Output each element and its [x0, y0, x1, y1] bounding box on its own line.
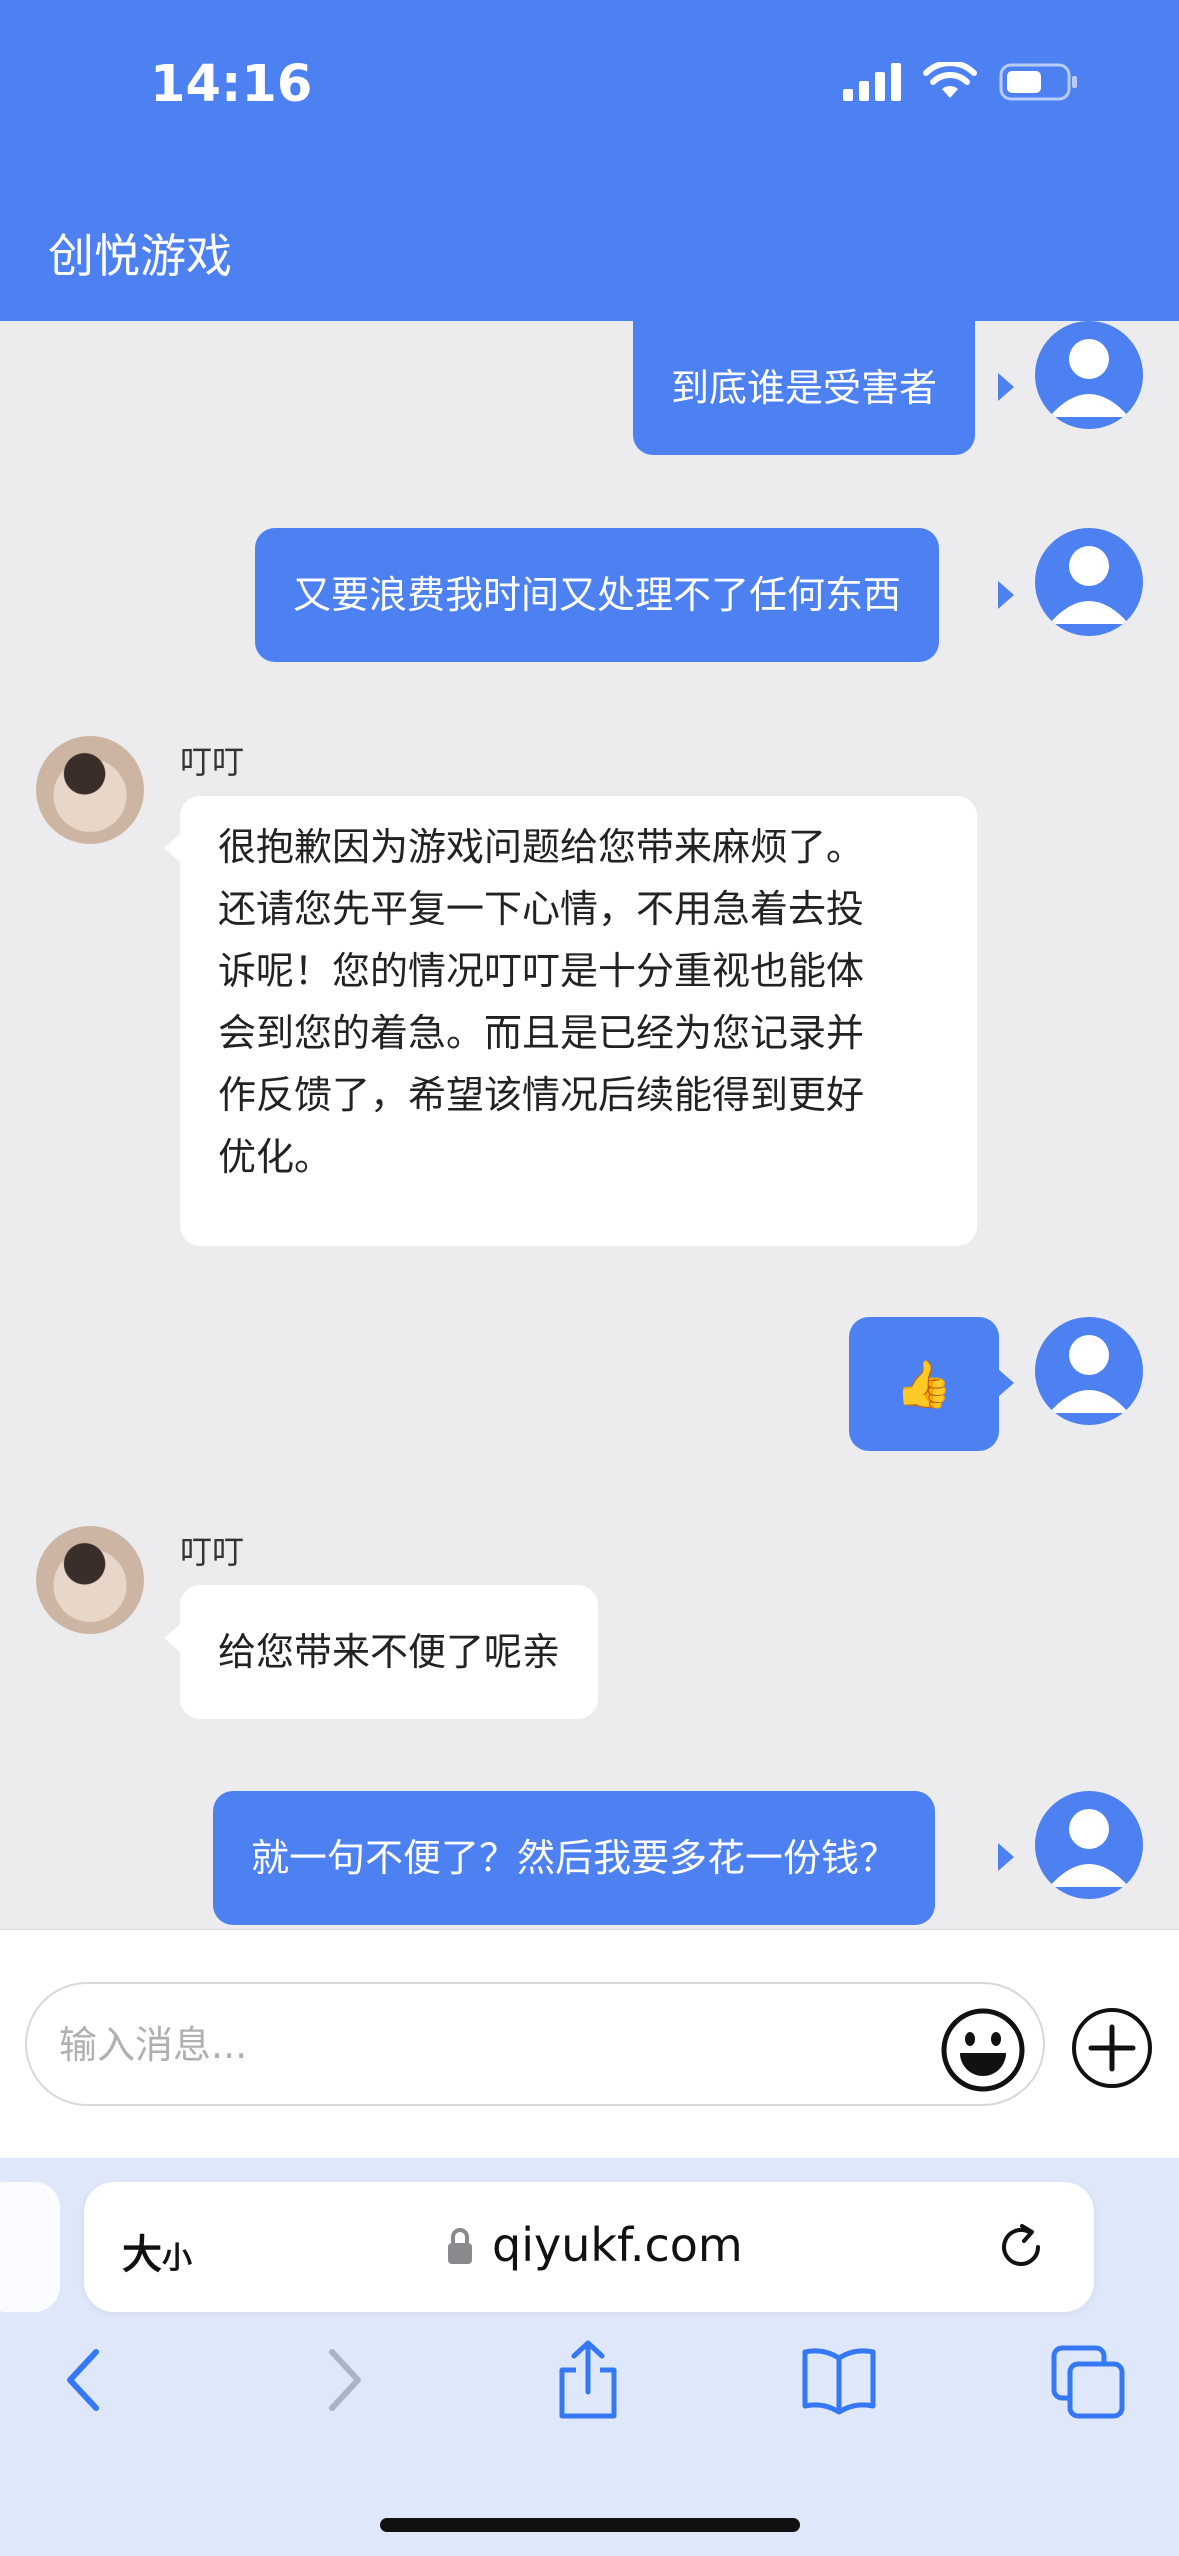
- home-indicator: [380, 2518, 800, 2532]
- message-bubble: 给您带来不便了呢亲: [180, 1585, 599, 1719]
- tabs-icon[interactable]: [1048, 2340, 1128, 2420]
- message-bubble: 很抱歉因为游戏问题给您带来麻烦了。 还请您先平复一下心情，不用急着去投 诉呢！您…: [180, 796, 977, 1246]
- chat-area[interactable]: 到底谁是受害者 又要浪费我时间又处理不了任何东西 叮叮 很抱歉因为游戏问题给您带…: [0, 321, 1179, 1929]
- address-bar[interactable]: 大小 qiyukf.com: [84, 2182, 1094, 2312]
- text-size-big: 大: [122, 2232, 162, 2278]
- user-icon: [1049, 339, 1129, 417]
- agent-avatar: [36, 1526, 144, 1634]
- message-bubble: 👍: [849, 1317, 999, 1451]
- message-bubble: 到底谁是受害者: [633, 321, 976, 455]
- message-line: 作反馈了，希望该情况后续能得到更好: [218, 1073, 865, 1117]
- bookmarks-icon[interactable]: [799, 2340, 879, 2420]
- lock-icon: [448, 2228, 472, 2264]
- bubble-tail: [164, 1624, 180, 1652]
- message-line: 会到您的着急。而且是已经为您记录并: [218, 1011, 865, 1055]
- message-line: 优化。: [218, 1135, 333, 1179]
- signal-icon: [843, 63, 901, 101]
- bubble-tail: [998, 1843, 1014, 1871]
- bubble-tail: [998, 581, 1014, 609]
- message-input-box[interactable]: [25, 1982, 1045, 2106]
- previous-tab-preview[interactable]: [0, 2182, 60, 2312]
- message-input[interactable]: [59, 2014, 939, 2076]
- sender-name: 叮叮: [180, 743, 245, 781]
- agent-avatar: [36, 736, 144, 844]
- bubble-tail: [164, 834, 180, 862]
- user-icon: [1049, 1809, 1129, 1887]
- app-screen: 14:16 创悦游戏 到底谁是受害者 又要浪费我时间又处理不了任何东西 叮叮 很…: [0, 0, 1179, 2556]
- share-icon[interactable]: [548, 2340, 628, 2420]
- text-size-small: 小: [162, 2241, 192, 2276]
- battery-icon: [999, 63, 1077, 101]
- wifi-icon: [923, 62, 977, 98]
- emoji-icon[interactable]: [940, 2007, 1026, 2093]
- message-line: 诉呢！您的情况叮叮是十分重视也能体: [218, 949, 865, 993]
- url-text: qiyukf.com: [492, 2218, 743, 2272]
- forward-icon[interactable]: [300, 2340, 380, 2420]
- bubble-tail: [998, 373, 1014, 401]
- user-avatar: [1035, 321, 1143, 429]
- user-icon: [1049, 1335, 1129, 1413]
- message-bubble: 又要浪费我时间又处理不了任何东西: [255, 528, 940, 662]
- text-size-button[interactable]: 大小: [122, 2222, 192, 2280]
- add-attachment-icon[interactable]: [1071, 2007, 1153, 2089]
- message-line: 还请您先平复一下心情，不用急着去投: [218, 887, 865, 931]
- back-icon[interactable]: [48, 2340, 128, 2420]
- sender-name: 叮叮: [180, 1533, 245, 1571]
- message-line: 很抱歉因为游戏问题给您带来麻烦了。: [218, 825, 865, 869]
- message-bubble: 就一句不便了？然后我要多花一份钱？: [213, 1791, 936, 1925]
- bubble-tail: [998, 1369, 1014, 1397]
- user-avatar: [1035, 528, 1143, 636]
- status-icons: [843, 62, 1079, 102]
- header: 14:16 创悦游戏: [0, 0, 1179, 321]
- user-avatar: [1035, 1317, 1143, 1425]
- page-title: 创悦游戏: [48, 229, 232, 283]
- user-icon: [1049, 546, 1129, 624]
- reload-icon[interactable]: [994, 2220, 1048, 2274]
- user-avatar: [1035, 1791, 1143, 1899]
- status-time: 14:16: [150, 55, 313, 114]
